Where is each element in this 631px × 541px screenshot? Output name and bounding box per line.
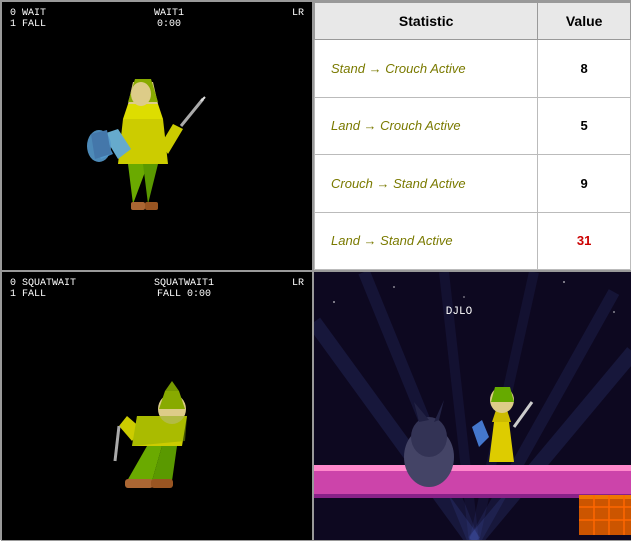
stats-table: Statistic Value Stand → Crouch Active8La… [314,2,631,270]
hud-bl-state-2: 1 FALL [10,289,76,300]
hud-bl-left: 0 SQUATWAIT 1 FALL [10,278,76,300]
stat-value-cell: 5 [538,97,631,155]
hud-bottom-left: 0 SQUATWAIT 1 FALL SQUATWAIT1 FALL 0:00 … [2,278,312,300]
stat-name-cell: Land → Stand Active [315,212,538,270]
hud-bl-center: SQUATWAIT1 FALL 0:00 [154,278,214,300]
stat-value-cell: 8 [538,40,631,98]
hud-top-left: 0 WAIT 1 FALL WAIT1 0:00 LR [2,8,312,30]
hud-bl-state-1: 0 SQUATWAIT [10,278,76,289]
standing-character [73,64,213,224]
stat-name-cell: Stand → Crouch Active [315,40,538,98]
crouching-character [97,371,217,491]
table-row: Stand → Crouch Active8 [315,40,631,98]
hud-bl-anim2: FALL [157,289,181,300]
hud-anim-name: WAIT1 [154,8,184,19]
hud-bl-time: 0:00 [187,289,211,300]
hud-state-2: 1 FALL [10,19,46,30]
hud-time: 0:00 [157,19,181,30]
stat-name-cell: Crouch → Stand Active [315,155,538,213]
hud-bl-side: LR [292,278,304,300]
col-header-value: Value [538,3,631,40]
statistics-panel: Statistic Value Stand → Crouch Active8La… [313,1,631,271]
stat-name-cell: Land → Crouch Active [315,97,538,155]
main-grid: 0 WAIT 1 FALL WAIT1 0:00 LR [1,1,631,541]
stat-value-cell: 31 [538,212,631,270]
hud-bl-anim: SQUATWAIT1 [154,278,214,289]
djlo-text: DJLO [446,306,473,318]
col-header-statistic: Statistic [315,3,538,40]
hud-side: LR [292,8,304,30]
top-left-game-screen: 0 WAIT 1 FALL WAIT1 0:00 LR [1,1,313,271]
hud-state-1: 0 WAIT [10,8,46,19]
bottom-right-game-scene: DJLO [313,271,631,541]
table-row: Crouch → Stand Active9 [315,155,631,213]
table-row: Land → Crouch Active5 [315,97,631,155]
stat-value-cell: 9 [538,155,631,213]
hud-center-info: WAIT1 0:00 [154,8,184,30]
table-row: Land → Stand Active31 [315,212,631,270]
hud-left-info: 0 WAIT 1 FALL [10,8,46,30]
bottom-left-game-screen: 0 SQUATWAIT 1 FALL SQUATWAIT1 FALL 0:00 … [1,271,313,541]
